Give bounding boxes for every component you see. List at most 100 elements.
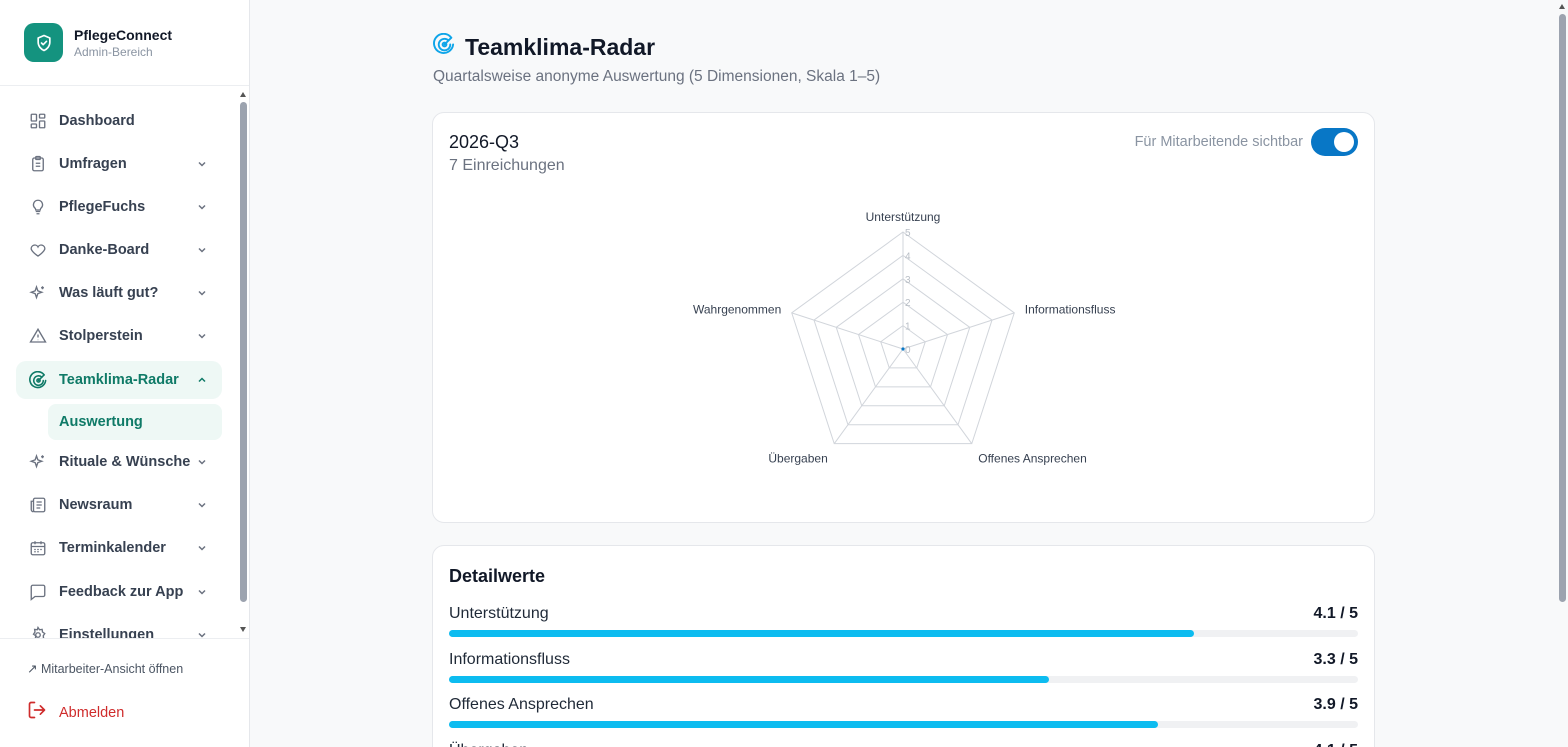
metric-value: 3.3 / 5: [1313, 650, 1358, 668]
sidebar-item-label: Was läuft gut?: [59, 285, 159, 301]
sidebar-item-label: Feedback zur App: [59, 584, 184, 600]
sidebar-item-label: Dashboard: [59, 113, 135, 129]
radar-tick-label: 3: [905, 275, 911, 286]
radar-icon: [28, 370, 48, 390]
metric-progress-track: [449, 721, 1358, 728]
scroll-down-arrow-icon[interactable]: [240, 627, 246, 632]
metric-value: 4.1 / 5: [1313, 605, 1358, 622]
sidebar-nav: Dashboard Umfragen PflegeFuchs Danke-Boa…: [0, 92, 236, 638]
shield-check-icon: [24, 23, 63, 62]
radar-axis-label: Übergaben: [768, 452, 827, 466]
radar-icon: [433, 32, 456, 61]
sidebar-item-umfragen[interactable]: Umfragen: [16, 145, 222, 183]
page-subtitle: Quartalsweise anonyme Auswertung (5 Dime…: [433, 68, 881, 85]
sidebar-item-feedback-zur-app[interactable]: Feedback zur App: [16, 573, 222, 611]
sidebar-item-teamklima-radar[interactable]: Teamklima-Radar: [16, 361, 222, 399]
sidebar: PflegeConnect Admin-Bereich Dashboard Um…: [0, 0, 250, 747]
scroll-up-arrow-icon[interactable]: [1559, 4, 1565, 9]
chevron-down-icon: [198, 459, 206, 465]
page-title-text: Teamklima-Radar: [465, 33, 656, 60]
radar-tick-label: 1: [905, 322, 911, 333]
radar-tick-label: 0: [905, 345, 911, 356]
main-scrollbar[interactable]: [1557, 0, 1568, 747]
metric-progress-fill: [449, 721, 1159, 728]
radar-axis-label: Informationsfluss: [1025, 302, 1116, 316]
clipboard-icon: [28, 154, 48, 174]
sidebar-item-einstellungen[interactable]: Einstellungen: [16, 616, 222, 638]
chevron-down-icon: [198, 290, 206, 296]
quarter-card: 2026-Q3 7 Einreichungen Für Mitarbeitend…: [432, 112, 1375, 523]
metric-label: Unterstützung: [449, 605, 549, 622]
sidebar-item-label: Einstellungen: [59, 627, 155, 638]
message-square-icon: [28, 582, 48, 602]
sidebar-scrollbar[interactable]: [239, 92, 248, 638]
metric-row: Informationsfluss 3.3 / 5: [449, 651, 1358, 685]
radar-tick-label: 4: [905, 251, 911, 262]
sidebar-item-danke-board[interactable]: Danke-Board: [16, 231, 222, 269]
divider: [0, 638, 249, 639]
chevron-down-icon: [198, 589, 206, 595]
chevron-down-icon: [198, 545, 206, 551]
radar-chart: 0 1 2 3 4 5 Unterstützung Informationsfluss Offe…: [693, 210, 1116, 466]
gear-icon: [28, 625, 48, 638]
newspaper-icon: [28, 495, 48, 515]
chevron-down-icon: [198, 502, 206, 508]
metric-row: Offenes Ansprechen 3.9 / 5: [449, 696, 1358, 730]
metric-value: 4.1 / 5: [1314, 742, 1358, 747]
radar-series-point: [901, 347, 905, 351]
details-card: Detailwerte Unterstützung 4.1 / 5 Informat…: [432, 545, 1375, 747]
sidebar-item-rituale-wuensche[interactable]: Rituale & Wünsche: [16, 443, 222, 481]
sidebar-item-label: Danke-Board: [59, 242, 150, 258]
sidebar-item-stolperstein[interactable]: Stolperstein: [16, 317, 222, 355]
scrollbar-thumb[interactable]: [240, 102, 247, 602]
sidebar-item-terminkalender[interactable]: Terminkalender: [16, 529, 222, 567]
chevron-down-icon: [198, 161, 206, 167]
details-title: Detailwerte: [449, 566, 546, 586]
scrollbar-thumb[interactable]: [1559, 14, 1566, 602]
warning-triangle-icon: [28, 326, 48, 346]
logout-label: Abmelden: [59, 704, 125, 721]
radar-axis-line: [833, 348, 904, 444]
sidebar-item-was-laeuft-gut[interactable]: Was läuft gut?: [16, 274, 222, 312]
metric-progress-fill: [449, 630, 1195, 637]
sidebar-item-newsraum[interactable]: Newsraum: [16, 486, 222, 524]
radar-axis-label: Offenes Ansprechen: [978, 452, 1087, 466]
metric-row: Unterstützung 4.1 / 5: [449, 605, 1358, 639]
brand[interactable]: PflegeConnect Admin-Bereich: [24, 23, 172, 62]
metric-value: 3.9 / 5: [1313, 696, 1358, 713]
metric-progress-track: [449, 630, 1358, 637]
sparkles-icon: [28, 283, 48, 303]
chevron-down-icon: [198, 333, 206, 339]
radar-axis-label: Unterstützung: [866, 210, 941, 224]
divider: [0, 85, 249, 86]
lightbulb-icon: [28, 197, 48, 217]
logout-button[interactable]: Abmelden: [27, 700, 124, 725]
sidebar-item-label: Rituale & Wünsche: [59, 454, 191, 470]
radar-axis-line: [902, 312, 1015, 350]
calendar-icon: [28, 538, 48, 558]
sidebar-item-label: Terminkalender: [59, 540, 166, 556]
sparkles-icon: [28, 452, 48, 472]
metric-label: Übergaben: [449, 742, 528, 747]
chevron-down-icon: [198, 247, 206, 253]
radar-tick-label: 5: [905, 228, 911, 239]
metric-label: Informationsfluss: [449, 650, 570, 668]
radar-tick-label: 2: [905, 298, 911, 309]
metric-row: Übergaben 4.1 / 5: [449, 742, 1358, 747]
chevron-down-icon: [198, 632, 206, 638]
sidebar-item-label: Teamklima-Radar: [59, 372, 179, 388]
brand-subtitle: Admin-Bereich: [74, 44, 153, 59]
sidebar-item-label: Stolperstein: [59, 328, 143, 344]
chevron-down-icon: [198, 204, 206, 210]
scroll-up-arrow-icon[interactable]: [240, 92, 246, 97]
logout-icon: [27, 700, 47, 725]
sidebar-item-pflegefuchs[interactable]: PflegeFuchs: [16, 188, 222, 226]
brand-name: PflegeConnect: [74, 26, 173, 43]
sidebar-item-dashboard[interactable]: Dashboard: [16, 102, 222, 140]
radar-axis-line: [902, 348, 973, 444]
radar-axis-line: [791, 312, 904, 350]
radar-axis-label: Wahrgenommen: [693, 302, 781, 316]
employee-view-link[interactable]: ↗ Mitarbeiter-Ansicht öffnen: [27, 661, 183, 676]
heart-icon: [28, 240, 48, 260]
sidebar-subitem-auswertung[interactable]: Auswertung: [48, 404, 222, 440]
